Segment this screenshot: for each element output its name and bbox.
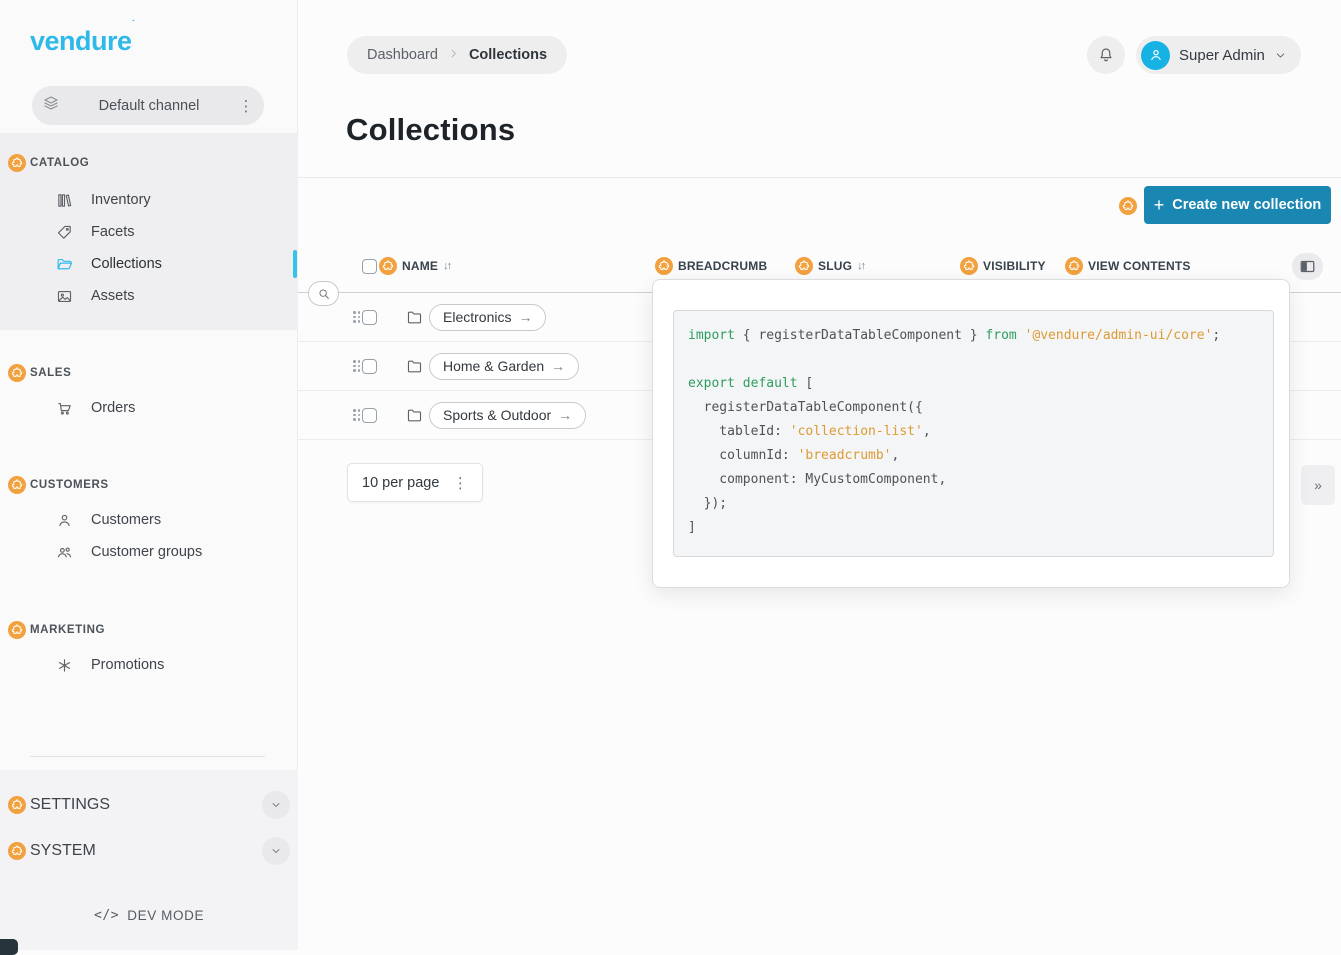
user-icon bbox=[1148, 47, 1164, 63]
asterisk-icon bbox=[56, 657, 73, 674]
table-search-button[interactable] bbox=[308, 281, 339, 306]
drag-handle-icon[interactable] bbox=[353, 311, 360, 323]
cart-icon bbox=[56, 400, 73, 417]
sort-toggle[interactable]: ↓↑ bbox=[857, 260, 864, 272]
section-header-marketing: MARKETING bbox=[8, 620, 105, 640]
section-header-customers: CUSTOMERS bbox=[8, 475, 109, 495]
collection-name-chip[interactable]: Home & Garden → bbox=[429, 353, 579, 380]
avatar bbox=[1141, 41, 1170, 70]
sidebar-item-facets[interactable]: Facets bbox=[0, 216, 298, 248]
code-block: import { registerDataTableComponent } fr… bbox=[673, 310, 1274, 557]
section-header-sales: SALES bbox=[8, 363, 71, 383]
folder-icon bbox=[406, 407, 423, 424]
plugin-badge-icon[interactable] bbox=[960, 257, 978, 275]
plugin-badge-icon[interactable] bbox=[8, 364, 26, 382]
main-content: Dashboard Collections Super Admin Collec… bbox=[298, 0, 1341, 950]
vendure-logo[interactable]: vendure˙ bbox=[30, 26, 135, 57]
layers-icon bbox=[42, 94, 60, 117]
table-header-slug: SLUG ↓↑ bbox=[795, 253, 864, 279]
section-settings: SETTINGS bbox=[8, 791, 290, 819]
drag-handle-icon[interactable] bbox=[353, 360, 360, 372]
column-settings-button[interactable] bbox=[1292, 253, 1323, 280]
settings-expand-button[interactable] bbox=[262, 791, 290, 819]
row-checkbox[interactable] bbox=[362, 310, 377, 325]
table-header-view-contents: VIEW CONTENTS bbox=[1065, 253, 1191, 279]
plugin-badge-icon[interactable] bbox=[1119, 197, 1137, 215]
plugin-badge-icon[interactable] bbox=[8, 476, 26, 494]
plugin-badge-icon[interactable] bbox=[795, 257, 813, 275]
user-menu[interactable]: Super Admin bbox=[1136, 36, 1301, 74]
plugin-badge-icon[interactable] bbox=[8, 154, 26, 172]
section-header-catalog: CATALOG bbox=[8, 153, 89, 173]
chevron-down-icon bbox=[270, 845, 282, 857]
section-system: SYSTEM bbox=[8, 837, 290, 865]
plugin-badge-icon[interactable] bbox=[379, 257, 397, 275]
folder-icon bbox=[406, 358, 423, 375]
arrow-right-icon: → bbox=[551, 358, 565, 374]
page-title: Collections bbox=[346, 112, 515, 148]
plugin-badge-icon[interactable] bbox=[8, 796, 26, 814]
table-header-visibility: VISIBILITY bbox=[960, 253, 1046, 279]
library-icon bbox=[56, 192, 73, 209]
chevron-down-icon bbox=[270, 799, 282, 811]
collection-name-chip[interactable]: Electronics → bbox=[429, 304, 546, 331]
chevron-down-icon bbox=[1274, 49, 1287, 62]
per-page-menu-button[interactable]: ⋮ bbox=[452, 474, 468, 492]
breadcrumb: Dashboard Collections bbox=[347, 36, 567, 74]
dev-mode-code-popover: import { registerDataTableComponent } fr… bbox=[652, 279, 1290, 588]
plus-icon: + bbox=[1154, 195, 1165, 216]
sidebar-item-assets[interactable]: Assets bbox=[0, 280, 298, 312]
image-icon bbox=[56, 288, 73, 305]
bell-icon bbox=[1097, 46, 1115, 64]
divider bbox=[298, 177, 1341, 178]
plugin-badge-icon[interactable] bbox=[1065, 257, 1083, 275]
columns-icon bbox=[1300, 260, 1315, 273]
chevron-right-icon bbox=[448, 47, 459, 63]
row-checkbox[interactable] bbox=[362, 359, 377, 374]
arrow-right-icon: → bbox=[558, 407, 572, 423]
search-icon bbox=[317, 287, 331, 301]
select-all-checkbox[interactable] bbox=[362, 259, 377, 274]
channel-selector[interactable]: Default channel ⋮ bbox=[32, 86, 264, 125]
sidebar-item-customers[interactable]: Customers bbox=[0, 504, 298, 536]
table-header-breadcrumb: BREADCRUMB bbox=[655, 253, 767, 279]
sort-toggle[interactable]: ↓↑ bbox=[443, 260, 450, 272]
collection-name-chip[interactable]: Sports & Outdoor → bbox=[429, 402, 586, 429]
plugin-badge-icon[interactable] bbox=[655, 257, 673, 275]
table-header-name: NAME ↓↑ bbox=[362, 253, 450, 279]
sidebar-item-collections[interactable]: Collections bbox=[0, 248, 298, 280]
drag-handle-icon[interactable] bbox=[353, 409, 360, 421]
notifications-button[interactable] bbox=[1087, 36, 1125, 74]
system-expand-button[interactable] bbox=[262, 837, 290, 865]
channel-menu-button[interactable]: ⋮ bbox=[238, 97, 254, 115]
code-icon: </> bbox=[94, 908, 119, 923]
sidebar: vendure˙ Default channel ⋮ CATALOG Inven… bbox=[0, 0, 298, 950]
items-per-page-select[interactable]: 10 per page ⋮ bbox=[347, 463, 483, 502]
pagination-last-button[interactable]: » bbox=[1301, 465, 1335, 505]
folder-open-icon bbox=[56, 256, 73, 273]
sidebar-item-inventory[interactable]: Inventory bbox=[0, 184, 298, 216]
active-item-indicator bbox=[293, 250, 297, 278]
user-name: Super Admin bbox=[1179, 47, 1265, 64]
create-new-collection-button[interactable]: + Create new collection bbox=[1144, 186, 1331, 224]
sidebar-item-orders[interactable]: Orders bbox=[0, 392, 298, 424]
row-checkbox[interactable] bbox=[362, 408, 377, 423]
breadcrumb-current: Collections bbox=[469, 47, 547, 63]
plugin-badge-icon[interactable] bbox=[8, 842, 26, 860]
dev-mode-toggle[interactable]: </> DEV MODE bbox=[0, 908, 298, 923]
folder-icon bbox=[406, 309, 423, 326]
user-icon bbox=[56, 512, 73, 529]
sidebar-item-promotions[interactable]: Promotions bbox=[0, 649, 298, 681]
tag-icon bbox=[56, 224, 73, 241]
sidebar-divider bbox=[30, 756, 265, 757]
users-icon bbox=[56, 544, 73, 561]
breadcrumb-dashboard-link[interactable]: Dashboard bbox=[367, 47, 438, 63]
channel-label: Default channel bbox=[60, 98, 238, 114]
bottom-corner-widget bbox=[0, 939, 18, 955]
plugin-badge-icon[interactable] bbox=[8, 621, 26, 639]
sidebar-item-customer-groups[interactable]: Customer groups bbox=[0, 536, 298, 568]
arrow-right-icon: → bbox=[518, 309, 532, 325]
